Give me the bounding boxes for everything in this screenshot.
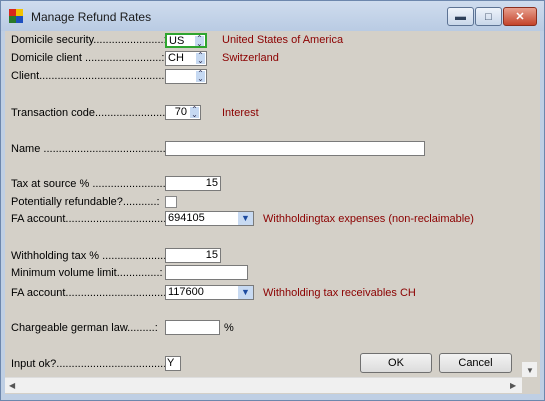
minimum-volume-limit-label: Minimum volume limit..............: bbox=[11, 267, 163, 279]
tax-at-source-label: Tax at source % ........................… bbox=[11, 178, 172, 190]
chevron-down-icon[interactable]: ▼ bbox=[238, 212, 253, 225]
fa-account-1-label: FA account..............................… bbox=[11, 213, 176, 225]
tax-at-source-value: 15 bbox=[205, 177, 218, 189]
ok-button[interactable]: OK bbox=[360, 353, 432, 373]
refund-rates-window: Manage Refund Rates ▬ □ ✕ Domicile secur… bbox=[0, 0, 545, 401]
domicile-client-value: CH bbox=[168, 52, 184, 64]
vertical-scrollbar[interactable]: ▼ bbox=[522, 362, 537, 377]
transaction-code-input[interactable]: 70 ⌃ ⌄ bbox=[165, 105, 201, 120]
fa-account-1-value: 694105 bbox=[168, 212, 205, 224]
title-bar[interactable]: Manage Refund Rates ▬ □ ✕ bbox=[1, 1, 544, 31]
client-label: Client..................................… bbox=[11, 70, 174, 82]
fa-account-2-select[interactable]: 117600 ▼ bbox=[165, 285, 254, 300]
domicile-security-value: US bbox=[169, 35, 185, 47]
client-input[interactable]: ⌃ ⌄ bbox=[165, 69, 207, 84]
potentially-refundable-checkbox[interactable] bbox=[165, 196, 177, 208]
transaction-code-label: Transaction code........................… bbox=[11, 107, 175, 119]
input-ok-label: Input ok?...............................… bbox=[11, 358, 179, 370]
close-button[interactable]: ✕ bbox=[503, 7, 537, 26]
name-input[interactable] bbox=[165, 141, 425, 156]
domicile-client-input[interactable]: CH ⌃ ⌄ bbox=[165, 51, 207, 66]
fa-account-1-description: Withholdingtax expenses (non-reclaimable… bbox=[263, 213, 474, 225]
domicile-client-label: Domicile client ........................… bbox=[11, 52, 165, 64]
close-icon: ✕ bbox=[515, 11, 525, 23]
maximize-button[interactable]: □ bbox=[475, 7, 502, 26]
fa-account-1-select[interactable]: 694105 ▼ bbox=[165, 211, 254, 226]
spin-icon[interactable]: ⌃ ⌄ bbox=[196, 52, 205, 65]
percent-unit: % bbox=[224, 322, 234, 334]
spin-icon[interactable]: ⌃ ⌄ bbox=[195, 35, 204, 46]
domicile-client-description: Switzerland bbox=[222, 52, 279, 64]
withholding-tax-label: Withholding tax % ......................… bbox=[11, 250, 173, 262]
input-ok-input[interactable]: Y bbox=[165, 356, 181, 371]
fa-account-2-value: 117600 bbox=[168, 286, 204, 298]
scroll-down-icon[interactable]: ▼ bbox=[526, 366, 534, 375]
window-title: Manage Refund Rates bbox=[31, 10, 152, 24]
domicile-security-input[interactable]: US ⌃ ⌄ bbox=[165, 33, 207, 48]
tax-at-source-input[interactable]: 15 bbox=[165, 176, 221, 191]
fa-account-2-description: Withholding tax receivables CH bbox=[263, 287, 416, 299]
chevron-down-icon[interactable]: ▼ bbox=[238, 286, 253, 299]
chargeable-german-law-label: Chargeable german law.........: bbox=[11, 322, 158, 334]
domicile-security-label: Domicile security.......................… bbox=[11, 34, 167, 46]
form-area: Domicile security.......................… bbox=[5, 31, 540, 394]
withholding-tax-input[interactable]: 15 bbox=[165, 248, 221, 263]
domicile-security-description: United States of America bbox=[222, 34, 344, 46]
scroll-left-icon[interactable]: ◀ bbox=[9, 381, 15, 390]
transaction-code-description: Interest bbox=[222, 107, 259, 119]
input-ok-value: Y bbox=[167, 357, 175, 369]
withholding-tax-value: 15 bbox=[205, 249, 218, 261]
spin-icon[interactable]: ⌃ ⌄ bbox=[196, 70, 205, 83]
horizontal-scrollbar[interactable]: ◀ ▶ bbox=[5, 377, 522, 393]
maximize-icon: □ bbox=[485, 10, 492, 23]
chargeable-german-law-input[interactable] bbox=[165, 320, 220, 335]
cancel-button[interactable]: Cancel bbox=[439, 353, 512, 373]
minimize-icon: ▬ bbox=[455, 10, 466, 23]
app-icon bbox=[9, 9, 23, 23]
spin-icon[interactable]: ⌃ ⌄ bbox=[190, 106, 199, 119]
minimize-button[interactable]: ▬ bbox=[447, 7, 474, 26]
fa-account-2-label: FA account..............................… bbox=[11, 287, 176, 299]
minimum-volume-limit-input[interactable] bbox=[165, 265, 248, 280]
scroll-right-icon[interactable]: ▶ bbox=[510, 381, 516, 390]
transaction-code-value: 70 bbox=[174, 106, 187, 118]
potentially-refundable-label: Potentially refundable?...........: bbox=[11, 196, 160, 208]
